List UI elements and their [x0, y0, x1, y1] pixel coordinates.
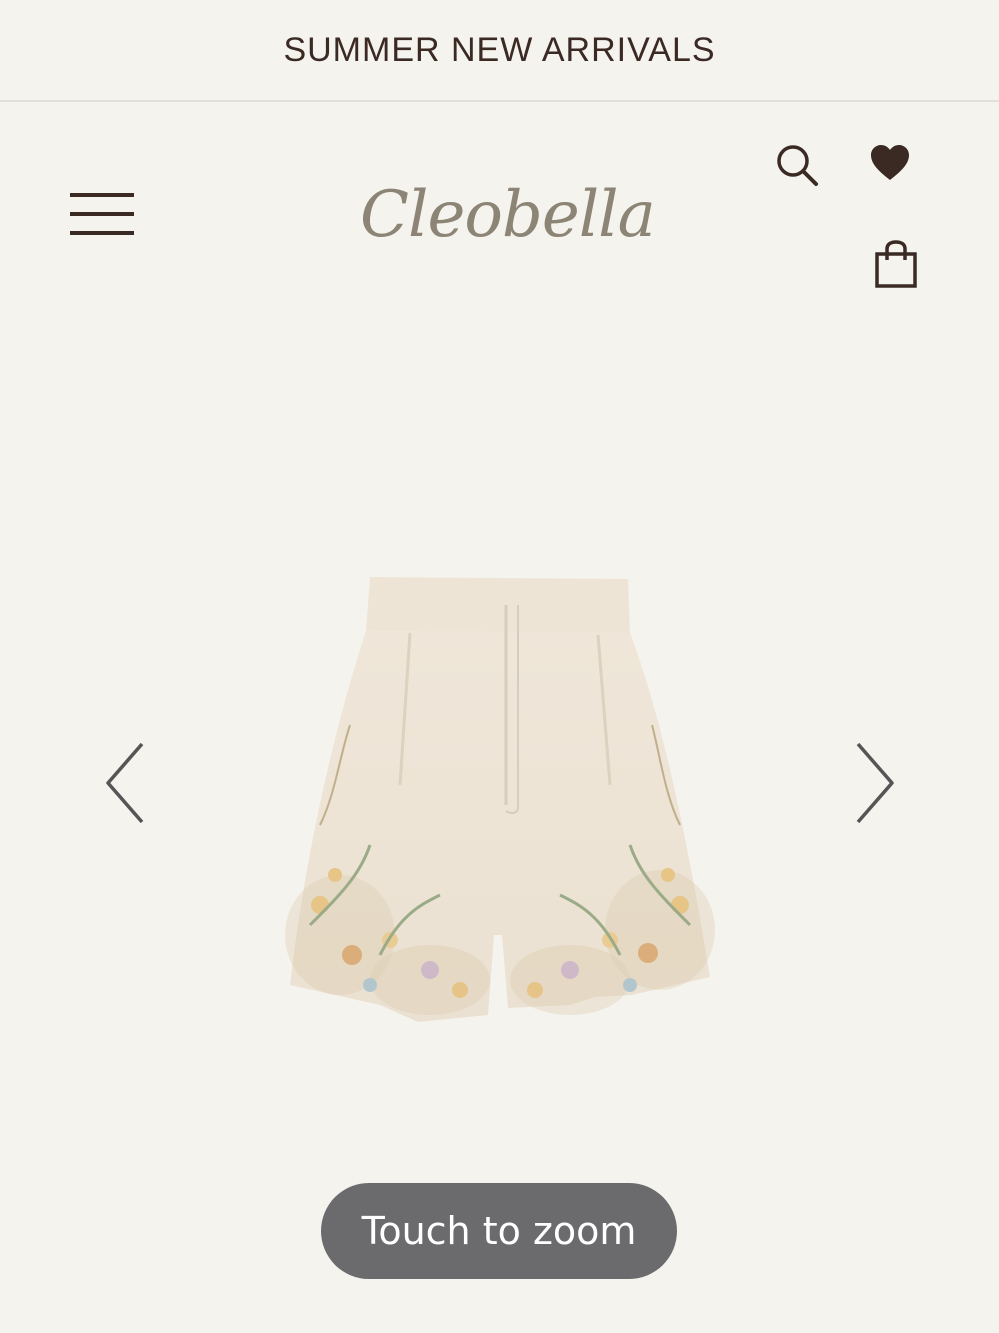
hamburger-menu-icon-bar — [70, 231, 134, 235]
brand-logo[interactable]: Cleobella — [360, 170, 656, 260]
announcement-bar[interactable]: SUMMER NEW ARRIVALS — [0, 0, 999, 102]
product-page: SUMMER NEW ARRIVALS Cleobella Touch to z… — [0, 0, 999, 1333]
heart-icon — [871, 145, 909, 180]
product-gallery[interactable] — [0, 300, 999, 1180]
wishlist-button[interactable] — [869, 144, 911, 184]
touch-to-zoom-button[interactable]: Touch to zoom — [321, 1183, 677, 1279]
search-icon — [777, 145, 818, 186]
chevron-right-icon[interactable] — [850, 738, 900, 828]
shopping-bag-icon — [875, 240, 917, 288]
chevron-left-icon[interactable] — [100, 738, 150, 828]
zoom-label: Touch to zoom — [361, 1209, 637, 1253]
product-image[interactable] — [280, 575, 720, 1030]
search-button[interactable] — [774, 142, 820, 188]
cart-button[interactable] — [873, 240, 919, 290]
announcement-text: SUMMER NEW ARRIVALS — [283, 30, 716, 69]
hamburger-menu-icon-bar — [70, 212, 134, 216]
menu-button[interactable] — [70, 193, 134, 237]
hamburger-menu-icon — [70, 193, 134, 197]
